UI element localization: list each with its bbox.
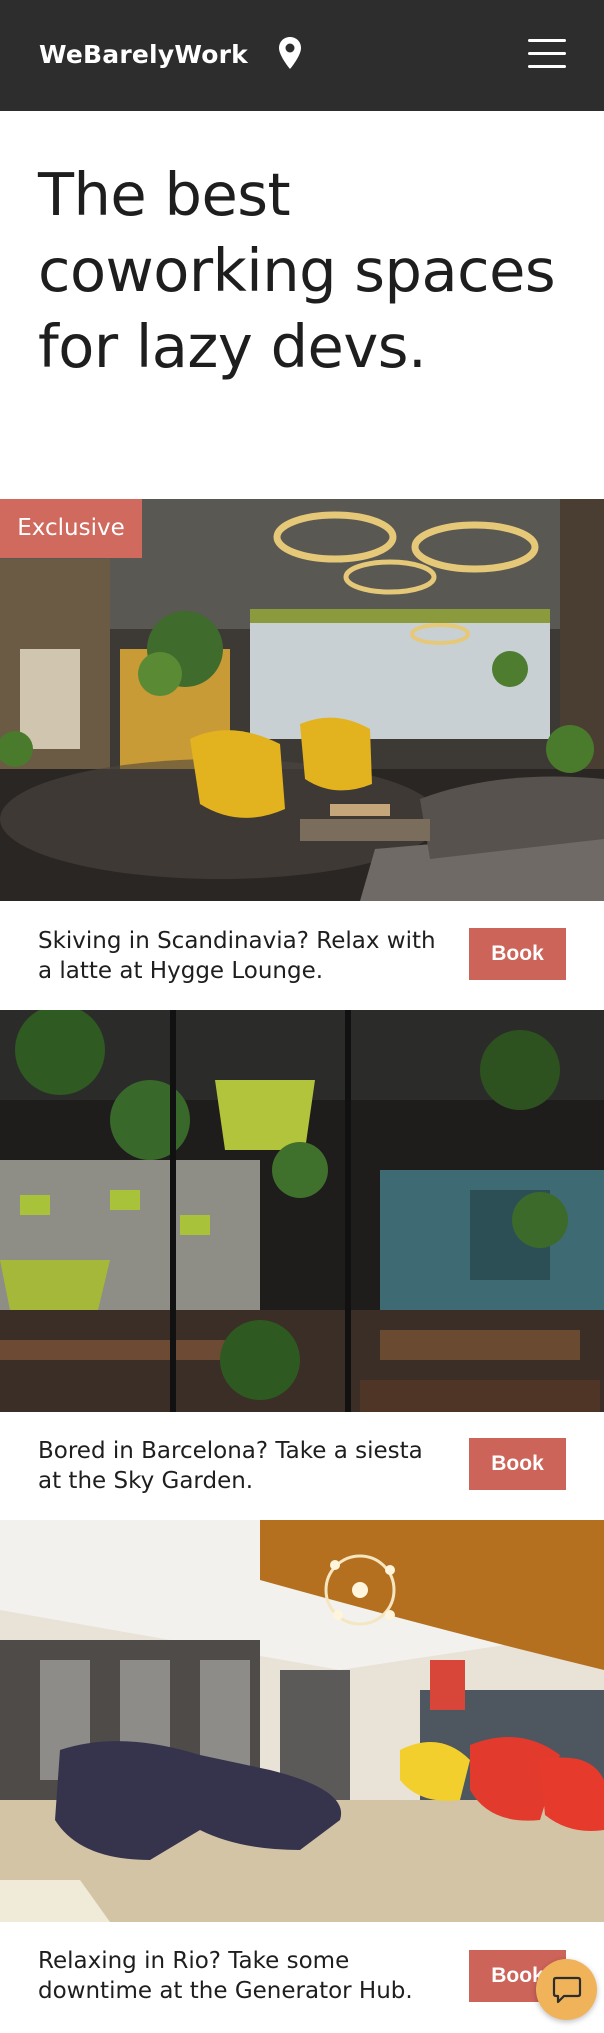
hamburger-menu-icon[interactable] xyxy=(528,37,566,69)
book-button[interactable]: Book xyxy=(469,928,566,980)
listing-image-generator-hub[interactable] xyxy=(0,1520,604,1922)
chat-bubble-icon[interactable] xyxy=(536,1959,597,2020)
top-navigation-bar: WeBarelyWork xyxy=(0,0,604,111)
map-pin-icon[interactable] xyxy=(278,36,302,70)
listing-image-sky-garden[interactable] xyxy=(0,1010,604,1412)
exclusive-badge: Exclusive xyxy=(0,499,142,558)
book-button[interactable]: Book xyxy=(469,1438,566,1490)
listing-description: Skiving in Scandinavia? Relax with a lat… xyxy=(38,928,436,984)
brand-logo[interactable]: WeBarelyWork xyxy=(39,40,248,69)
page-title: The best coworking spaces for lazy devs. xyxy=(38,160,556,381)
listing-description: Relaxing in Rio? Take some downtime at t… xyxy=(38,1948,413,2004)
listing-description: Bored in Barcelona? Take a siesta at the… xyxy=(38,1438,423,1494)
listing-image-hygge-lounge[interactable] xyxy=(0,499,604,901)
